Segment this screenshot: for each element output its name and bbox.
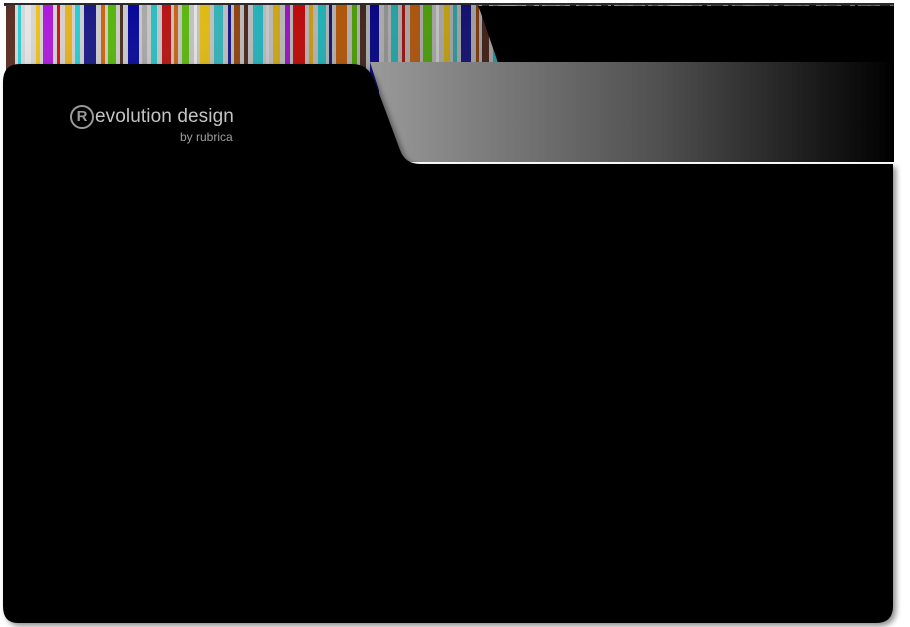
brand-logo: R evolution design by rubrica [70, 104, 234, 144]
folder-splash: R evolution design by rubrica [0, 0, 910, 627]
registered-r-icon: R [70, 105, 94, 129]
folder-artwork [3, 3, 894, 623]
middle-folder-flap [370, 62, 894, 162]
brand-name: evolution design [95, 106, 234, 127]
brand-byline: by rubrica [180, 130, 233, 144]
